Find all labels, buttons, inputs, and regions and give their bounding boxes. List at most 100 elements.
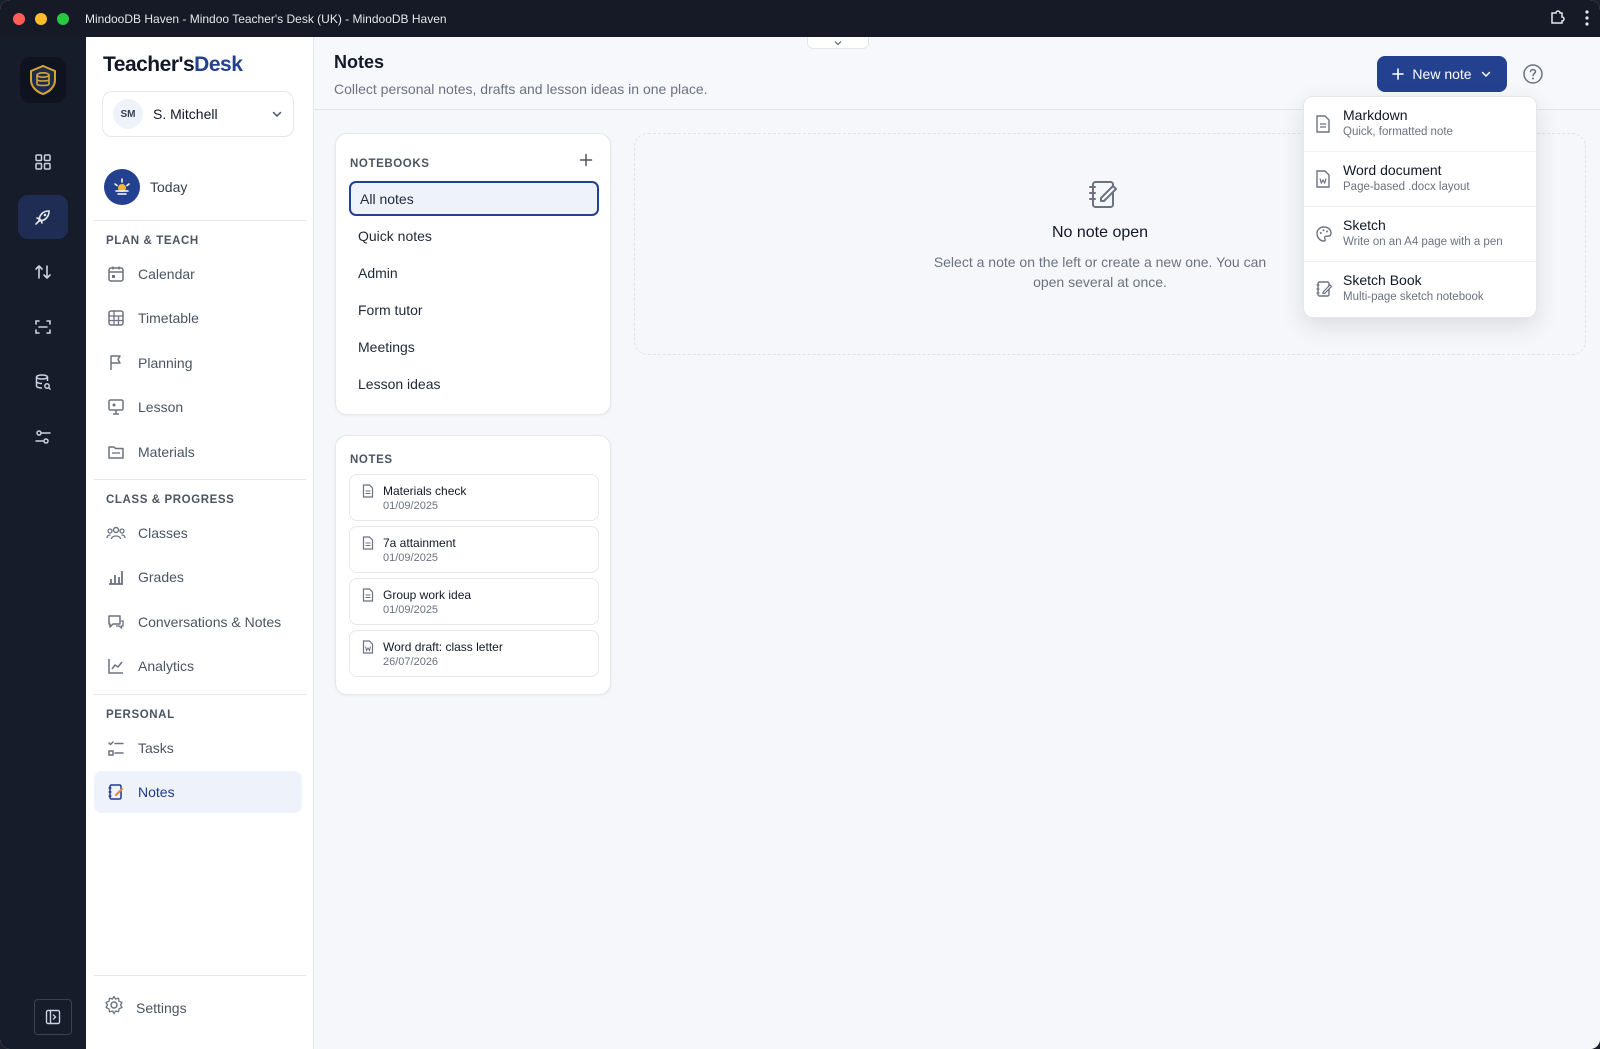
users-icon (106, 523, 126, 543)
sidebar-item-conversations[interactable]: Conversations & Notes (94, 601, 302, 643)
sunrise-icon (104, 169, 140, 205)
notebook-pen-icon (106, 782, 126, 802)
menu-item-markdown[interactable]: Markdown Quick, formatted note (1304, 97, 1536, 152)
sidebar-item-planning[interactable]: Planning (94, 342, 302, 384)
notebook-item[interactable]: Form tutor (349, 292, 599, 327)
note-date: 26/07/2026 (383, 656, 439, 668)
window-title: MindooDB Haven - Mindoo Teacher's Desk (… (85, 11, 447, 26)
list-item[interactable]: Word draft: class letter 26/07/2026 (349, 630, 599, 677)
user-name: S. Mitchell (153, 106, 218, 122)
markdown-file-icon (1315, 115, 1331, 138)
menu-item-title: Word document (1343, 162, 1442, 178)
sidebar-item-analytics[interactable]: Analytics (94, 645, 302, 687)
bar-chart-icon (106, 567, 126, 587)
plus-icon (1392, 68, 1405, 80)
rail-scan-button[interactable] (18, 305, 68, 349)
sidebar-item-label: Materials (138, 444, 195, 460)
user-selector[interactable]: SM S. Mitchell (102, 91, 294, 137)
sidebar-item-label: Grades (138, 569, 184, 585)
help-icon[interactable] (1522, 63, 1544, 85)
toggle-sidebar-button[interactable] (34, 999, 72, 1035)
brand-part-2: Desk (194, 53, 243, 76)
checklist-icon (106, 738, 126, 758)
palette-icon (1315, 225, 1333, 248)
grid-icon (35, 154, 51, 170)
word-document-icon (362, 640, 374, 659)
scan-icon (35, 320, 51, 334)
document-icon (362, 536, 374, 555)
menu-item-sketch[interactable]: Sketch Write on an A4 page with a pen (1304, 207, 1536, 262)
sidebar-item-label: Conversations & Notes (138, 614, 282, 630)
sidebar-item-label: Notes (138, 784, 175, 800)
new-note-button[interactable]: New note (1377, 56, 1507, 92)
list-item[interactable]: 7a attainment 01/09/2025 (349, 526, 599, 573)
app-logo[interactable] (20, 57, 66, 103)
divider (94, 694, 306, 695)
chevron-down-icon (834, 40, 842, 45)
new-note-label: New note (1412, 66, 1472, 82)
database-search-icon (35, 374, 52, 391)
chevron-down-icon (272, 111, 282, 118)
empty-description: Select a note on the left or create a ne… (933, 254, 1267, 290)
menu-item-subtitle: Multi-page sketch notebook (1343, 291, 1484, 303)
sidebar-toggle-icon (45, 1009, 61, 1025)
note-title: Materials check (383, 484, 467, 498)
notes-card: NOTES Materials check 01/09/2025 7a atta… (335, 435, 611, 695)
sidebar-item-timetable[interactable]: Timetable (94, 297, 302, 339)
maximize-window-button[interactable] (57, 12, 69, 25)
sidebar: Teacher'sDesk SM S. Mitchell Today PLAN … (86, 37, 314, 1049)
collapse-header-tab[interactable] (807, 37, 869, 49)
sidebar-item-materials[interactable]: Materials (94, 431, 302, 473)
calendar-icon (106, 264, 126, 284)
rail-sync-button[interactable] (18, 250, 68, 294)
sliders-icon (35, 430, 51, 444)
menu-item-subtitle: Write on an A4 page with a pen (1343, 236, 1503, 248)
brand-title: Teacher'sDesk (103, 53, 243, 77)
menu-item-word-document[interactable]: Word document Page-based .docx layout (1304, 152, 1536, 207)
sidebar-item-settings[interactable]: Settings (104, 995, 187, 1020)
today-label: Today (150, 179, 188, 195)
section-class-progress: CLASS & PROGRESS (106, 494, 235, 506)
rail-database-button[interactable] (18, 360, 68, 404)
sidebar-item-classes[interactable]: Classes (94, 512, 302, 554)
minimize-window-button[interactable] (35, 12, 47, 25)
rail-filters-button[interactable] (18, 415, 68, 459)
sidebar-item-label: Classes (138, 525, 188, 541)
menu-item-title: Sketch (1343, 217, 1386, 233)
note-date: 01/09/2025 (383, 500, 439, 512)
chat-icon (106, 612, 126, 632)
divider (94, 479, 306, 480)
sidebar-item-notes[interactable]: Notes (94, 771, 302, 813)
add-notebook-button[interactable] (579, 153, 593, 172)
brand-part-1: Teacher's (103, 53, 195, 76)
sidebar-item-tasks[interactable]: Tasks (94, 727, 302, 769)
today-link[interactable]: Today (104, 169, 187, 205)
rail-dashboard-button[interactable] (18, 140, 68, 184)
notebook-item[interactable]: Lesson ideas (349, 366, 599, 401)
notebook-item[interactable]: Admin (349, 255, 599, 290)
extensions-icon[interactable] (1548, 9, 1566, 32)
sidebar-item-label: Analytics (138, 658, 195, 674)
list-item[interactable]: Group work idea 01/09/2025 (349, 578, 599, 625)
sidebar-item-label: Planning (138, 355, 193, 371)
close-window-button[interactable] (13, 12, 25, 25)
more-vertical-icon[interactable] (1584, 9, 1590, 32)
shield-logo-icon (30, 64, 56, 96)
plus-icon (579, 153, 593, 167)
word-file-icon (1315, 170, 1331, 193)
notebook-item[interactable]: Meetings (349, 329, 599, 364)
section-personal: PERSONAL (106, 709, 175, 721)
rail-launch-button[interactable] (18, 195, 68, 239)
note-date: 01/09/2025 (383, 552, 439, 564)
sidebar-item-calendar[interactable]: Calendar (94, 253, 302, 295)
sidebar-item-lesson[interactable]: Lesson (94, 386, 302, 428)
sidebar-item-grades[interactable]: Grades (94, 556, 302, 598)
list-item[interactable]: Materials check 01/09/2025 (349, 474, 599, 521)
notebook-item[interactable]: Quick notes (349, 218, 599, 253)
notebook-item[interactable]: All notes (349, 181, 599, 216)
note-date: 01/09/2025 (383, 604, 439, 616)
notebooks-title: NOTEBOOKS (350, 158, 430, 170)
menu-item-sketch-book[interactable]: Sketch Book Multi-page sketch notebook (1304, 262, 1536, 317)
menu-item-title: Sketch Book (1343, 272, 1422, 288)
sidebar-item-label: Calendar (138, 266, 195, 282)
